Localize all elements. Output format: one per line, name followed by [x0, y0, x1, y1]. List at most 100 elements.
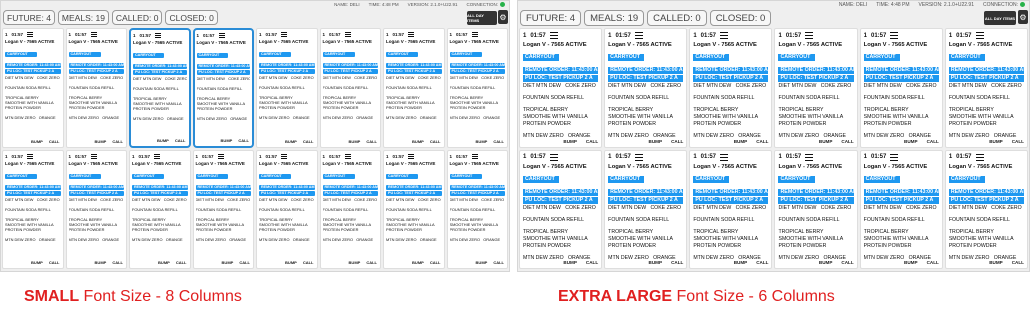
- call-button[interactable]: CALL: [756, 260, 768, 265]
- call-button[interactable]: CALL: [1012, 260, 1024, 265]
- order-ticket[interactable]: 1 01:57 Logan V - 7565 ACTIVE CARRYOUT REMOT…: [2, 28, 64, 148]
- menu-icon[interactable]: [805, 32, 814, 39]
- order-ticket[interactable]: 1 01:57 Logan V - 7565 ACTIVE CARRYOUT REMOT…: [519, 28, 603, 148]
- order-ticket[interactable]: 1 01:57 Logan V - 7565 ACTIVE CARRYOUT REMOT…: [2, 149, 64, 269]
- call-button[interactable]: CALL: [366, 139, 377, 144]
- call-button[interactable]: CALL: [430, 260, 441, 265]
- menu-icon[interactable]: [218, 33, 225, 38]
- menu-icon[interactable]: [90, 32, 97, 37]
- gear-icon[interactable]: ⚙: [498, 10, 508, 24]
- order-ticket[interactable]: 1 01:57 Logan V - 7565 ACTIVE CARRYOUT REMOT…: [604, 28, 688, 148]
- call-button[interactable]: CALL: [841, 260, 853, 265]
- bump-button[interactable]: BUMP: [649, 139, 663, 144]
- menu-icon[interactable]: [805, 153, 814, 161]
- tab-closed[interactable]: CLOSED: 0: [709, 10, 772, 26]
- menu-icon[interactable]: [217, 153, 224, 159]
- order-ticket[interactable]: 1 01:57 Logan V - 7565 ACTIVE CARRYOUT REMOT…: [944, 149, 1028, 269]
- bump-button[interactable]: BUMP: [904, 260, 918, 265]
- menu-icon[interactable]: [975, 153, 984, 161]
- menu-icon[interactable]: [471, 32, 478, 37]
- call-button[interactable]: CALL: [430, 139, 441, 144]
- order-ticket[interactable]: 1 01:57 Logan V - 7565 ACTIVE CARRYOUT REMOT…: [383, 149, 445, 269]
- menu-icon[interactable]: [408, 32, 415, 37]
- bump-button[interactable]: BUMP: [476, 139, 488, 144]
- call-button[interactable]: CALL: [671, 260, 683, 265]
- order-ticket[interactable]: 1 01:57 Logan V - 7565 ACTIVE CARRYOUT REMOT…: [192, 28, 254, 148]
- all-day-items-button[interactable]: ALL DAY ITEMS: [984, 11, 1016, 25]
- tab-closed[interactable]: CLOSED: 0: [165, 10, 218, 25]
- menu-icon[interactable]: [408, 153, 415, 159]
- menu-icon[interactable]: [281, 153, 288, 159]
- bump-button[interactable]: BUMP: [31, 139, 43, 144]
- order-ticket[interactable]: 1 01:57 Logan V - 7565 ACTIVE CARRYOUT REMOT…: [65, 149, 127, 269]
- order-ticket[interactable]: 1 01:57 Logan V - 7565 ACTIVE CARRYOUT REMOT…: [859, 149, 943, 269]
- call-button[interactable]: CALL: [176, 260, 187, 265]
- bump-button[interactable]: BUMP: [95, 260, 107, 265]
- gear-icon[interactable]: ⚙: [1018, 10, 1028, 24]
- tab-meals[interactable]: MEALS: 19: [57, 10, 109, 25]
- order-ticket[interactable]: 1 01:57 Logan V - 7565 ACTIVE CARRYOUT REMOT…: [774, 149, 858, 269]
- bump-button[interactable]: BUMP: [221, 138, 233, 143]
- menu-icon[interactable]: [27, 153, 34, 159]
- tab-future[interactable]: FUTURE: 4: [520, 10, 582, 26]
- bump-button[interactable]: BUMP: [819, 260, 833, 265]
- bump-button[interactable]: BUMP: [31, 260, 43, 265]
- call-button[interactable]: CALL: [586, 260, 598, 265]
- bump-button[interactable]: BUMP: [349, 260, 361, 265]
- menu-icon[interactable]: [549, 32, 558, 39]
- bump-button[interactable]: BUMP: [989, 139, 1003, 144]
- call-button[interactable]: CALL: [112, 139, 123, 144]
- order-ticket[interactable]: 1 01:57 Logan V - 7565 ACTIVE CARRYOUT REMOT…: [129, 28, 191, 148]
- call-button[interactable]: CALL: [1012, 139, 1024, 144]
- order-ticket[interactable]: 1 01:57 Logan V - 7565 ACTIVE CARRYOUT REMOT…: [774, 28, 858, 148]
- order-ticket[interactable]: 1 01:57 Logan V - 7565 ACTIVE CARRYOUT REMOT…: [944, 28, 1028, 148]
- order-ticket[interactable]: 1 01:57 Logan V - 7565 ACTIVE CARRYOUT REMOT…: [319, 28, 381, 148]
- order-ticket[interactable]: 1 01:57 Logan V - 7565 ACTIVE CARRYOUT REMOT…: [859, 28, 943, 148]
- menu-icon[interactable]: [634, 153, 643, 161]
- order-ticket[interactable]: 1 01:57 Logan V - 7565 ACTIVE CARRYOUT REMOT…: [604, 149, 688, 269]
- order-ticket[interactable]: 1 01:57 Logan V - 7565 ACTIVE CARRYOUT REMOT…: [319, 149, 381, 269]
- menu-icon[interactable]: [90, 153, 97, 159]
- call-button[interactable]: CALL: [671, 139, 683, 144]
- bump-button[interactable]: BUMP: [476, 260, 488, 265]
- bump-button[interactable]: BUMP: [734, 139, 748, 144]
- call-button[interactable]: CALL: [112, 260, 123, 265]
- order-ticket[interactable]: 1 01:57 Logan V - 7565 ACTIVE CARRYOUT REMOT…: [689, 149, 773, 269]
- tab-future[interactable]: FUTURE: 4: [3, 10, 55, 25]
- bump-button[interactable]: BUMP: [222, 260, 234, 265]
- bump-button[interactable]: BUMP: [412, 260, 424, 265]
- tab-called[interactable]: CALLED: 0: [647, 10, 707, 26]
- menu-icon[interactable]: [634, 32, 643, 39]
- call-button[interactable]: CALL: [927, 260, 939, 265]
- bump-button[interactable]: BUMP: [563, 139, 577, 144]
- call-button[interactable]: CALL: [493, 260, 504, 265]
- order-ticket[interactable]: 1 01:57 Logan V - 7565 ACTIVE CARRYOUT REMOT…: [256, 149, 318, 269]
- menu-icon[interactable]: [720, 32, 729, 39]
- all-day-items-button[interactable]: ALL DAY ITEMS: [467, 11, 497, 25]
- bump-button[interactable]: BUMP: [95, 139, 107, 144]
- order-ticket[interactable]: 1 01:57 Logan V - 7565 ACTIVE CARRYOUT REMOT…: [129, 149, 191, 269]
- bump-button[interactable]: BUMP: [285, 260, 297, 265]
- call-button[interactable]: CALL: [49, 260, 60, 265]
- bump-button[interactable]: BUMP: [157, 138, 169, 143]
- call-button[interactable]: CALL: [303, 260, 314, 265]
- tab-called[interactable]: CALLED: 0: [111, 10, 163, 25]
- menu-icon[interactable]: [344, 32, 351, 37]
- call-button[interactable]: CALL: [175, 138, 186, 143]
- order-ticket[interactable]: 1 01:57 Logan V - 7565 ACTIVE CARRYOUT REMOT…: [192, 149, 254, 269]
- bump-button[interactable]: BUMP: [285, 139, 297, 144]
- menu-icon[interactable]: [155, 33, 162, 38]
- call-button[interactable]: CALL: [366, 260, 377, 265]
- call-button[interactable]: CALL: [841, 139, 853, 144]
- menu-icon[interactable]: [471, 153, 478, 159]
- order-ticket[interactable]: 1 01:57 Logan V - 7565 ACTIVE CARRYOUT REMOT…: [256, 28, 318, 148]
- call-button[interactable]: CALL: [238, 138, 249, 143]
- call-button[interactable]: CALL: [303, 139, 314, 144]
- call-button[interactable]: CALL: [493, 139, 504, 144]
- order-ticket[interactable]: 1 01:57 Logan V - 7565 ACTIVE CARRYOUT REMOT…: [519, 149, 603, 269]
- bump-button[interactable]: BUMP: [349, 139, 361, 144]
- order-ticket[interactable]: 1 01:57 Logan V - 7565 ACTIVE CARRYOUT REMOT…: [446, 149, 508, 269]
- bump-button[interactable]: BUMP: [734, 260, 748, 265]
- order-ticket[interactable]: 1 01:57 Logan V - 7565 ACTIVE CARRYOUT REMOT…: [383, 28, 445, 148]
- tab-meals[interactable]: MEALS: 19: [584, 10, 645, 26]
